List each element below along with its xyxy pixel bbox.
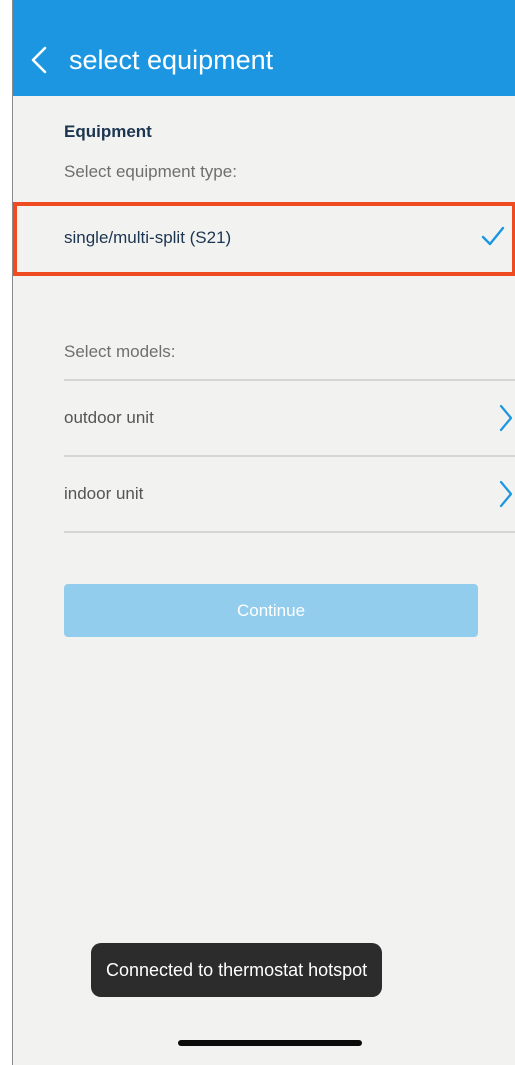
page-title: select equipment [69,45,274,75]
divider [64,531,515,533]
outdoor-unit-row[interactable]: outdoor unit [64,381,515,455]
app-screen: select equipment Equipment Select equipm… [12,0,515,1065]
equipment-section-title: Equipment [64,122,152,141]
app-header: select equipment [13,0,515,96]
indoor-unit-row[interactable]: indoor unit [64,457,515,531]
chevron-left-icon [31,46,47,74]
home-indicator[interactable] [178,1040,362,1046]
continue-button[interactable]: Continue [64,584,478,637]
back-button[interactable] [25,40,55,80]
chevron-right-icon [499,480,513,508]
equipment-type-hint: Select equipment type: [64,162,237,181]
models-hint: Select models: [64,342,176,361]
toast-message: Connected to thermostat hotspot [91,943,383,997]
equipment-type-option-selected[interactable]: single/multi-split (S21) [13,202,515,276]
outdoor-unit-label: outdoor unit [64,408,154,427]
equipment-type-label: single/multi-split (S21) [64,228,232,247]
chevron-right-icon [499,404,513,432]
indoor-unit-label: indoor unit [64,484,144,503]
checkmark-icon [481,226,505,246]
